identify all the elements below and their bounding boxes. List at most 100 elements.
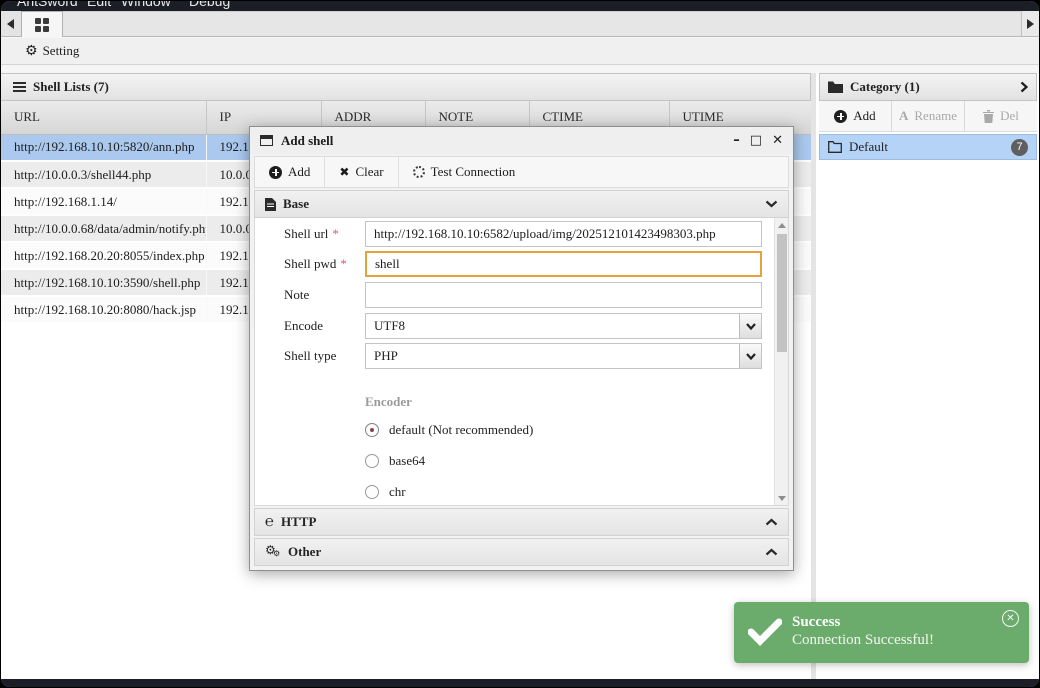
chevron-up-icon xyxy=(765,548,778,556)
dialog-clear-button[interactable]: ✖ Clear xyxy=(324,157,397,187)
category-del-button[interactable]: Del xyxy=(964,101,1037,131)
shell-pwd-input[interactable] xyxy=(365,251,762,277)
category-rename-label: Rename xyxy=(914,108,957,124)
tab-bar xyxy=(1,11,1039,37)
window-icon xyxy=(260,135,273,146)
setting-label: Setting xyxy=(43,43,80,59)
cell-url: http://192.168.1.14/ xyxy=(1,188,206,215)
category-panel: Category (1) Add A Rename xyxy=(816,73,1039,679)
chevron-down-icon xyxy=(765,200,778,208)
gears-icon: ⚙⚙ xyxy=(265,545,281,559)
folder-outline-icon xyxy=(828,141,842,153)
shell-type-select[interactable]: PHP xyxy=(365,343,762,369)
category-add-label: Add xyxy=(853,108,875,124)
dialog-titlebar[interactable]: Add shell – □ ✕ xyxy=(250,127,793,154)
chevron-down-icon xyxy=(746,323,756,330)
folder-icon xyxy=(828,81,843,93)
app-toolbar: ⚙ Setting xyxy=(1,38,1039,65)
toast-message: Connection Successful! xyxy=(792,632,934,649)
radio-icon xyxy=(365,454,379,468)
cell-url: http://192.168.10.10:3590/shell.php xyxy=(1,269,206,296)
test-connection-button[interactable]: Test Connection xyxy=(398,157,530,187)
section-other[interactable]: ⚙⚙ Other xyxy=(254,538,789,566)
encoder-option-base64[interactable]: base64 xyxy=(365,453,425,469)
dialog-add-button[interactable]: Add xyxy=(255,157,324,187)
encode-select[interactable]: UTF8 xyxy=(365,313,762,339)
count-badge: 7 xyxy=(1011,139,1028,156)
trash-icon xyxy=(983,110,994,123)
category-item-default[interactable]: Default 7 xyxy=(819,134,1037,160)
menu-item-antsword[interactable]: AntSword xyxy=(17,1,78,9)
menu-item-edit[interactable]: Edit xyxy=(87,1,111,9)
rename-a-icon: A xyxy=(899,108,908,124)
tabs-scroll-left-button[interactable] xyxy=(1,11,19,36)
shell-pwd-label: Shell pwd* xyxy=(284,256,347,272)
dialog-scrollbar[interactable] xyxy=(774,218,788,505)
menu-item-window[interactable]: Window xyxy=(121,1,171,9)
category-header: Category (1) xyxy=(819,73,1037,101)
encode-label: Encode xyxy=(284,318,323,334)
menu-item-debug[interactable]: Debug xyxy=(189,1,230,9)
chevron-up-icon xyxy=(765,518,778,526)
encoder-option-label: default (Not recommended) xyxy=(389,422,533,438)
cell-url: http://192.168.20.20:8055/index.php xyxy=(1,242,206,269)
encoder-option-chr[interactable]: chr xyxy=(365,484,406,500)
toast-title: Success xyxy=(792,614,840,631)
grid-icon xyxy=(35,18,49,32)
category-toolbar: Add A Rename Del xyxy=(819,101,1037,132)
add-shell-dialog: Add shell – □ ✕ Add ✖ Clear Test Connect… xyxy=(249,126,794,571)
shell-list-title: Shell Lists (7) xyxy=(33,79,109,95)
shell-list-header: Shell Lists (7) xyxy=(1,73,811,101)
select-dropdown-button[interactable] xyxy=(739,344,761,368)
arrow-right-icon xyxy=(1027,19,1034,29)
shell-url-input[interactable] xyxy=(365,221,762,247)
scroll-up-icon[interactable] xyxy=(775,218,789,232)
test-connection-label: Test Connection xyxy=(431,164,516,180)
required-asterisk: * xyxy=(332,226,339,241)
arrow-left-icon xyxy=(7,19,14,29)
chevron-down-icon xyxy=(746,353,756,360)
setting-button[interactable]: ⚙ Setting xyxy=(25,43,79,59)
encoder-group-label: Encoder xyxy=(365,394,412,410)
dialog-add-label: Add xyxy=(288,164,310,180)
scrollbar-thumb[interactable] xyxy=(777,234,787,352)
scroll-down-icon[interactable] xyxy=(775,491,789,505)
category-add-button[interactable]: Add xyxy=(819,101,891,131)
dialog-title: Add shell xyxy=(281,133,333,149)
encode-value: UTF8 xyxy=(366,318,739,334)
success-toast: Success Connection Successful! ✕ xyxy=(734,602,1029,663)
section-base[interactable]: Base xyxy=(254,190,789,218)
encoder-option-label: chr xyxy=(389,484,406,500)
tabs-scroll-right-button[interactable] xyxy=(1021,11,1039,36)
plus-circle-icon xyxy=(834,110,847,123)
section-http[interactable]: ℮ HTTP xyxy=(254,508,789,536)
col-url[interactable]: URL xyxy=(1,101,206,134)
app-window: AntSword Edit Window Debug ⚙ Setting She… xyxy=(0,0,1040,688)
select-dropdown-button[interactable] xyxy=(739,314,761,338)
required-asterisk: * xyxy=(340,256,347,271)
encoder-option-label: base64 xyxy=(389,453,425,469)
gear-icon: ⚙ xyxy=(25,44,38,58)
shell-type-label: Shell type xyxy=(284,348,336,364)
chevron-right-icon[interactable] xyxy=(1020,81,1028,93)
internet-icon: ℮ xyxy=(265,515,274,530)
category-item-label: Default xyxy=(849,139,888,155)
encoder-option-default[interactable]: default (Not recommended) xyxy=(365,422,533,438)
file-icon xyxy=(265,198,276,211)
shell-type-value: PHP xyxy=(366,348,739,364)
check-icon xyxy=(748,618,782,650)
category-title: Category (1) xyxy=(850,79,920,95)
minimize-button[interactable]: – xyxy=(733,134,740,147)
note-input[interactable] xyxy=(365,282,762,308)
maximize-button[interactable]: □ xyxy=(750,134,762,147)
toast-close-button[interactable]: ✕ xyxy=(1002,610,1019,627)
close-button[interactable]: ✕ xyxy=(772,134,783,147)
tab-home[interactable] xyxy=(21,11,63,37)
list-icon xyxy=(13,82,26,92)
note-label: Note xyxy=(284,287,309,303)
category-rename-button[interactable]: A Rename xyxy=(891,101,964,131)
dialog-toolbar: Add ✖ Clear Test Connection xyxy=(254,156,789,188)
spinner-icon xyxy=(413,166,425,178)
cell-url: http://10.0.0.3/shell44.php xyxy=(1,161,206,188)
tab-strip-empty xyxy=(63,11,1020,36)
